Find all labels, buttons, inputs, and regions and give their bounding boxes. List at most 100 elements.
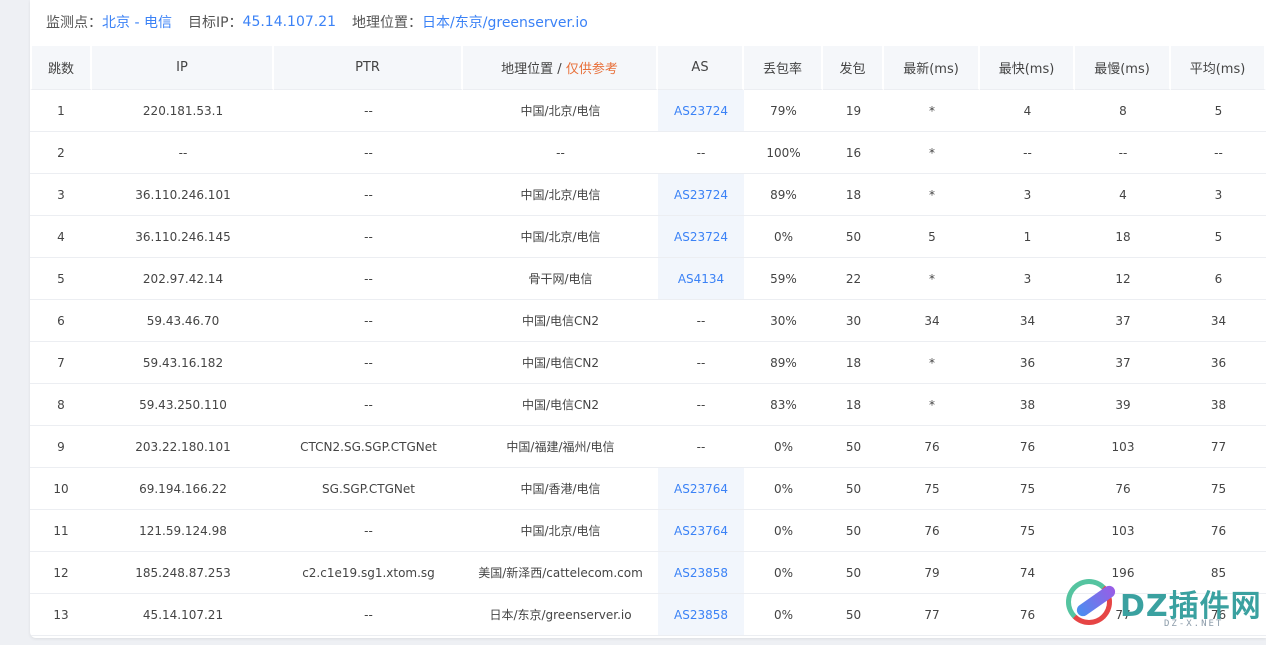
cell-as: AS23858 — [658, 552, 744, 594]
cell-last: * — [884, 132, 980, 174]
cell-last: 34 — [884, 300, 980, 342]
cell-best: 75 — [980, 468, 1075, 510]
cell-loss: 83% — [744, 384, 823, 426]
cell-ip: 69.194.166.22 — [92, 468, 274, 510]
cell-avg: 5 — [1171, 90, 1266, 132]
cell-ptr: -- — [274, 384, 463, 426]
cell-worst: 37 — [1075, 342, 1171, 384]
cell-loss: 0% — [744, 426, 823, 468]
cell-loss: 0% — [744, 510, 823, 552]
cell-as: -- — [658, 132, 744, 174]
cell-last: 75 — [884, 468, 980, 510]
as-link[interactable]: AS23764 — [674, 524, 728, 538]
table-row: 4 36.110.246.145 -- 中国/北京/电信 AS23724 0% 50 5 1 18… — [30, 216, 1266, 258]
as-link[interactable]: AS23764 — [674, 482, 728, 496]
cell-loss: 79% — [744, 90, 823, 132]
cell-ip: 36.110.246.145 — [92, 216, 274, 258]
cell-ip: 45.14.107.21 — [92, 594, 274, 636]
cell-ptr: -- — [274, 132, 463, 174]
table-body: 1 220.181.53.1 -- 中国/北京/电信 AS23724 79% 19 * 4 8 5 2… — [30, 90, 1266, 636]
table-row: 8 59.43.250.110 -- 中国/电信CN2 -- 83% 18 * 38 39 38 — [30, 384, 1266, 426]
cell-avg: 38 — [1171, 384, 1266, 426]
cell-best: 74 — [980, 552, 1075, 594]
as-link[interactable]: AS4134 — [678, 272, 724, 286]
cell-hop: 8 — [30, 384, 92, 426]
cell-hop: 2 — [30, 132, 92, 174]
cell-last: * — [884, 384, 980, 426]
col-geo-label: 地理位置 / — [501, 62, 566, 77]
col-worst: 最慢(ms) — [1075, 44, 1171, 90]
cell-as: AS23724 — [658, 90, 744, 132]
cell-as: AS4134 — [658, 258, 744, 300]
as-link[interactable]: AS23724 — [674, 104, 728, 118]
cell-avg: 6 — [1171, 258, 1266, 300]
cell-as: AS23764 — [658, 510, 744, 552]
as-link[interactable]: AS23858 — [674, 566, 728, 580]
as-link[interactable]: AS23858 — [674, 608, 728, 622]
col-hop: 跳数 — [30, 44, 92, 90]
cell-ptr: c2.c1e19.sg1.xtom.sg — [274, 552, 463, 594]
cell-worst: 103 — [1075, 510, 1171, 552]
cell-best: 75 — [980, 510, 1075, 552]
col-geo-note: 仅供参考 — [565, 62, 618, 77]
cell-loss: 0% — [744, 468, 823, 510]
cell-best: 4 — [980, 90, 1075, 132]
col-sent: 发包 — [823, 44, 884, 90]
table-row: 12 185.248.87.253 c2.c1e19.sg1.xtom.sg 美国/新… — [30, 552, 1266, 594]
cell-best: 34 — [980, 300, 1075, 342]
cell-best: 3 — [980, 174, 1075, 216]
col-best: 最快(ms) — [980, 44, 1075, 90]
cell-ptr: -- — [274, 90, 463, 132]
cell-hop: 9 — [30, 426, 92, 468]
cell-best: 76 — [980, 594, 1075, 636]
geo-location-label: 地理位置： — [352, 15, 423, 31]
col-as: AS — [658, 44, 744, 90]
cell-last: 77 — [884, 594, 980, 636]
cell-avg: 5 — [1171, 216, 1266, 258]
cell-best: 36 — [980, 342, 1075, 384]
cell-ptr: -- — [274, 594, 463, 636]
cell-ip: 202.97.42.14 — [92, 258, 274, 300]
table-header: 跳数 IP PTR 地理位置 / 仅供参考 AS 丢包率 发包 最新(ms) 最… — [30, 44, 1266, 90]
table-row: 10 69.194.166.22 SG.SGP.CTGNet 中国/香港/电信 AS23… — [30, 468, 1266, 510]
cell-sent: 50 — [823, 216, 884, 258]
cell-avg: 3 — [1171, 174, 1266, 216]
cell-loss: 30% — [744, 300, 823, 342]
cell-avg: 76 — [1171, 510, 1266, 552]
cell-as: -- — [658, 342, 744, 384]
cell-sent: 50 — [823, 552, 884, 594]
cell-loss: 0% — [744, 552, 823, 594]
cell-ptr: CTCN2.SG.SGP.CTGNet — [274, 426, 463, 468]
cell-worst: 77 — [1075, 594, 1171, 636]
as-link[interactable]: AS23724 — [674, 188, 728, 202]
cell-ip: 59.43.46.70 — [92, 300, 274, 342]
target-ip-label: 目标IP： — [187, 15, 243, 31]
cell-loss: 100% — [744, 132, 823, 174]
cell-best: 38 — [980, 384, 1075, 426]
cell-sent: 18 — [823, 174, 884, 216]
cell-sent: 18 — [823, 384, 884, 426]
as-link[interactable]: AS23724 — [674, 230, 728, 244]
cell-geo: -- — [463, 132, 658, 174]
cell-avg: 76 — [1171, 594, 1266, 636]
cell-avg: 75 — [1171, 468, 1266, 510]
cell-worst: 196 — [1075, 552, 1171, 594]
cell-best: 76 — [980, 426, 1075, 468]
cell-ip: 59.43.16.182 — [92, 342, 274, 384]
cell-ptr: -- — [274, 300, 463, 342]
cell-ptr: -- — [274, 510, 463, 552]
cell-last: 79 — [884, 552, 980, 594]
probe-value: 北京 - 电信 — [102, 15, 172, 31]
cell-hop: 10 — [30, 468, 92, 510]
cell-loss: 59% — [744, 258, 823, 300]
cell-as: AS23724 — [658, 174, 744, 216]
cell-loss: 89% — [744, 342, 823, 384]
cell-hop: 12 — [30, 552, 92, 594]
cell-avg: 36 — [1171, 342, 1266, 384]
cell-geo: 中国/电信CN2 — [463, 300, 658, 342]
cell-loss: 0% — [744, 594, 823, 636]
geo-location-value: 日本/东京/greenserver.io — [422, 15, 588, 31]
cell-worst: 12 — [1075, 258, 1171, 300]
probe-label: 监测点： — [46, 15, 102, 31]
cell-avg: 34 — [1171, 300, 1266, 342]
